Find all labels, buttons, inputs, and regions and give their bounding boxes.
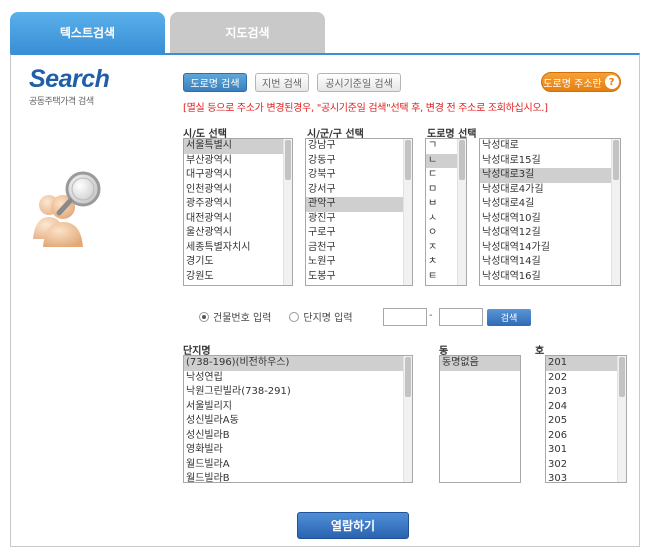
list-item[interactable]: 204 (546, 400, 626, 415)
brand-subtitle: 공동주택가격 검색 (29, 97, 94, 107)
scrollbar[interactable] (283, 139, 292, 285)
list-item[interactable]: 302 (546, 458, 626, 473)
list-item[interactable]: 대전광역시 (184, 212, 292, 227)
scrollbar[interactable] (611, 139, 620, 285)
complex-name-radio[interactable] (289, 311, 300, 322)
scrollbar[interactable] (457, 139, 466, 285)
dong-listbox[interactable]: 동명없음 (439, 355, 521, 483)
complex-listbox[interactable]: (738-196)(비전하우스) 낙성연립 낙원그린빌라(738-291) 서울빌리지… (183, 355, 413, 483)
list-item[interactable]: 205 (546, 414, 626, 429)
help-icon: ? (604, 75, 619, 89)
list-item[interactable]: 낙성대로3길 (480, 168, 620, 183)
list-item[interactable]: 낙성대역16길 (480, 270, 620, 285)
list-item[interactable]: 203 (546, 385, 626, 400)
scrollbar-thumb[interactable] (619, 357, 625, 397)
list-item[interactable]: 낙성대역14가길 (480, 241, 620, 256)
list-item[interactable]: 낙원그린빌라(738-291) (184, 385, 412, 400)
list-item[interactable]: 영화빌라 (184, 443, 412, 458)
list-item[interactable]: 도봉구 (306, 270, 412, 285)
list-item[interactable]: 낙성대로15길 (480, 154, 620, 169)
scrollbar-thumb[interactable] (405, 357, 411, 397)
list-item[interactable]: 303 (546, 472, 626, 482)
list-item[interactable]: 낙성대역14길 (480, 255, 620, 270)
scrollbar-thumb[interactable] (405, 140, 411, 180)
list-item[interactable]: 광주광역시 (184, 197, 292, 212)
scrollbar[interactable] (403, 356, 412, 482)
list-item[interactable]: 관악구 (306, 197, 412, 212)
sigungu-listbox[interactable]: 강남구 강동구 강북구 강서구 관악구 광진구 구로구 금천구 노원구 도봉구 (305, 138, 413, 286)
brand-title: Search (29, 65, 110, 93)
sido-listbox[interactable]: 서울특별시 부산광역시 대구광역시 인천광역시 광주광역시 대전광역시 울산광역시 세종특별자… (183, 138, 293, 286)
building-number-radio[interactable] (199, 311, 209, 322)
scrollbar-thumb[interactable] (285, 140, 291, 180)
notice-text: [멸실 등으로 주소가 변경된경우, "공시기준일 검색"선택 후, 변경 전 … (183, 103, 548, 114)
list-item[interactable]: 성신빌라A동 (184, 414, 412, 429)
road-initial-listbox[interactable]: ㄱㄴㄷㅁㅂㅅㅇㅈㅊㅌ (425, 138, 467, 286)
list-item[interactable]: 서울빌리지 (184, 400, 412, 415)
people-search-illustration-icon (27, 167, 105, 249)
scrollbar[interactable] (617, 356, 626, 482)
list-item[interactable]: 금천구 (306, 241, 412, 256)
road-name-search-button[interactable]: 도로명 검색 (183, 73, 247, 92)
lot-number-search-button[interactable]: 지번 검색 (255, 73, 309, 92)
scrollbar-thumb[interactable] (459, 140, 465, 180)
list-item[interactable]: 세종특별자치시 (184, 241, 292, 256)
tab-text-search[interactable]: 텍스트검색 (10, 12, 165, 53)
list-item[interactable]: 202 (546, 371, 626, 386)
search-panel: Search 공동주택가격 검색 도로명 검색 지번 검색 공시기준일 검색 도 (10, 53, 640, 547)
road-address-guide-label: 도로명 주소란 (543, 78, 602, 90)
brand: Search 공동주택가격 검색 (29, 65, 110, 107)
road-address-guide-button[interactable]: 도로명 주소란 ? (541, 72, 621, 92)
building-number-label: 건물번호 입력 (213, 313, 272, 324)
view-button[interactable]: 열람하기 (297, 512, 409, 539)
list-item[interactable]: 낙성대로4길 (480, 197, 620, 212)
list-item[interactable]: 인천광역시 (184, 183, 292, 198)
list-item[interactable]: 광진구 (306, 212, 412, 227)
list-item[interactable]: 대구광역시 (184, 168, 292, 183)
list-item[interactable]: 301 (546, 443, 626, 458)
complex-name-label: 단지명 입력 (303, 313, 353, 324)
list-item[interactable]: 경기도 (184, 255, 292, 270)
input-mode-radio-group: 건물번호 입력 단지명 입력 (199, 309, 371, 324)
list-item[interactable]: 낙성대역12길 (480, 226, 620, 241)
list-item[interactable]: 201 (546, 356, 626, 371)
number-search-button[interactable]: 검색 (487, 309, 531, 326)
scrollbar[interactable] (403, 139, 412, 285)
list-item[interactable]: 부산광역시 (184, 154, 292, 169)
list-item[interactable]: 낙성연립 (184, 371, 412, 386)
list-item[interactable]: 월드빌라A (184, 458, 412, 473)
list-item[interactable]: 강서구 (306, 183, 412, 198)
building-sub-number-input[interactable] (439, 308, 483, 326)
ho-listbox[interactable]: 201202203204205206301302303304 (545, 355, 627, 483)
base-date-search-button[interactable]: 공시기준일 검색 (317, 73, 401, 92)
list-item[interactable]: 강동구 (306, 154, 412, 169)
ho-label: 호 (535, 346, 545, 357)
list-item[interactable]: 낙성대로 (480, 139, 620, 154)
list-item[interactable]: 낙성대로4가길 (480, 183, 620, 198)
list-item[interactable]: 성신빌라B (184, 429, 412, 444)
list-item[interactable]: 노원구 (306, 255, 412, 270)
list-item[interactable]: 강원도 (184, 270, 292, 285)
road-name-listbox[interactable]: 낙성대로 낙성대로15길 낙성대로3길 낙성대로4가길 낙성대로4길 낙성대역10길 낙성대… (479, 138, 621, 286)
list-item[interactable]: 강북구 (306, 168, 412, 183)
building-main-number-input[interactable] (383, 308, 427, 326)
list-item[interactable]: 서울특별시 (184, 139, 292, 154)
list-item[interactable]: 동명없음 (440, 356, 520, 371)
scrollbar-thumb[interactable] (613, 140, 619, 180)
list-item[interactable]: 강남구 (306, 139, 412, 154)
list-item[interactable]: (738-196)(비전하우스) (184, 356, 412, 371)
list-item[interactable]: 구로구 (306, 226, 412, 241)
list-item[interactable]: 206 (546, 429, 626, 444)
list-item[interactable]: 울산광역시 (184, 226, 292, 241)
list-item[interactable]: 월드빌라B (184, 472, 412, 482)
number-separator: - (429, 310, 433, 321)
tab-map-search[interactable]: 지도검색 (170, 12, 325, 53)
list-item[interactable]: 낙성대역10길 (480, 212, 620, 227)
